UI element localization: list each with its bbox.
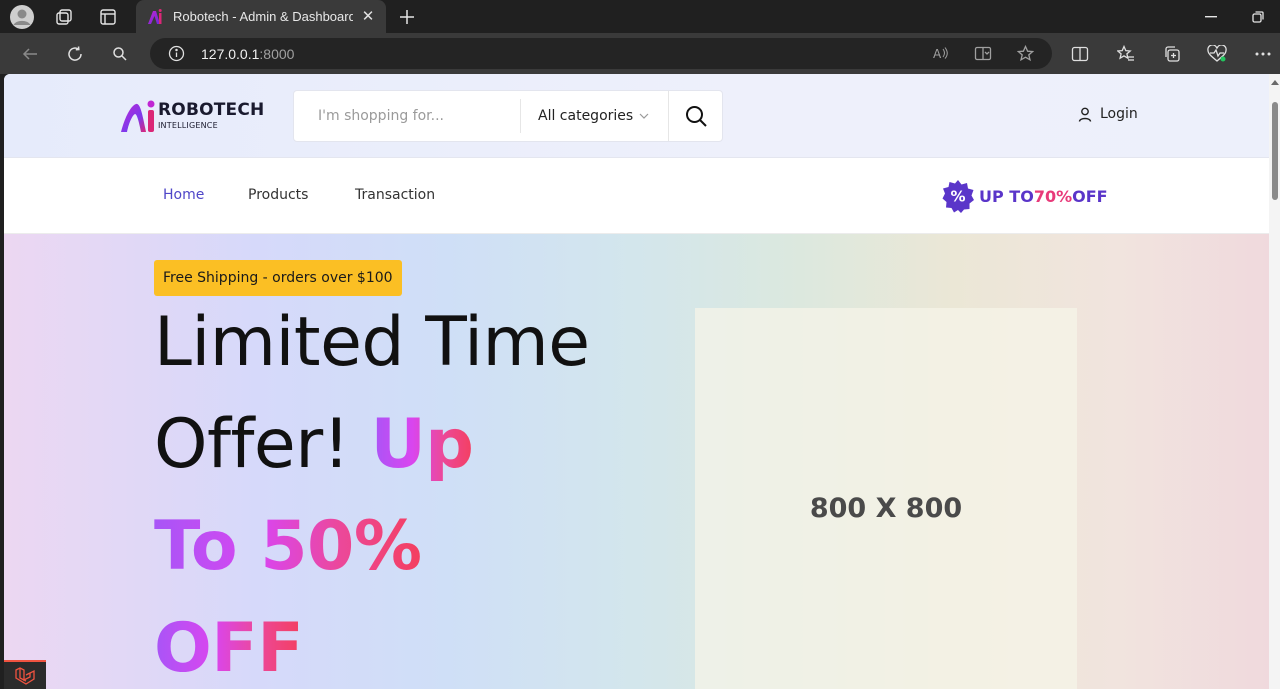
logo-wordmark: ROBOTECH — [158, 100, 265, 120]
logo-tagline: INTELLIGENCE — [158, 121, 218, 130]
search-icon[interactable] — [107, 41, 133, 67]
tab-title: Robotech - Admin & Dashboard — [173, 9, 353, 24]
scroll-up-arrow-icon[interactable] — [1271, 80, 1279, 85]
profile-avatar-icon[interactable] — [9, 4, 35, 30]
debugbar-toggle[interactable] — [4, 660, 46, 689]
hero-line-2: Offer! — [154, 405, 350, 484]
discount-promo[interactable]: % UP TO70%OFF — [941, 179, 1108, 213]
product-search: All categories — [293, 90, 723, 142]
site-info-icon[interactable] — [168, 45, 185, 62]
search-input[interactable] — [294, 91, 520, 141]
search-icon — [685, 106, 707, 127]
nav-item-transaction[interactable]: Transaction — [355, 187, 435, 203]
chevron-down-icon — [639, 113, 649, 119]
address-bar[interactable]: 127.0.0.1:8000 A — [150, 38, 1052, 69]
browser-essentials-icon[interactable] — [1204, 41, 1230, 67]
hero-image-placeholder: 800 X 800 — [695, 308, 1077, 689]
laravel-logo-icon — [15, 666, 35, 685]
promo-text: UP TO70%OFF — [979, 186, 1108, 206]
site-header: ROBOTECH INTELLIGENCE All categories Log… — [4, 74, 1269, 158]
placeholder-size-label: 800 X 800 — [809, 492, 963, 524]
favorites-icon[interactable] — [1113, 41, 1139, 67]
read-aloud-icon[interactable]: A — [932, 45, 950, 62]
address-url: 127.0.0.1:8000 — [201, 46, 295, 62]
hero-line-1: Limited Time — [154, 303, 590, 382]
browser-toolbar: 127.0.0.1:8000 A — [0, 33, 1280, 74]
back-icon[interactable] — [17, 41, 43, 67]
tab-close-icon[interactable]: ✕ — [360, 8, 376, 25]
active-tab[interactable]: Robotech - Admin & Dashboard ✕ — [136, 0, 386, 33]
main-navigation: Home Products Transaction % UP TO70%OFF — [4, 159, 1269, 234]
immersive-reader-icon[interactable] — [974, 45, 992, 62]
login-link[interactable]: Login — [1078, 106, 1138, 122]
search-button[interactable] — [668, 91, 722, 141]
hero-banner: Free Shipping - orders over $100 Limited… — [4, 234, 1269, 689]
robotech-logo-icon — [121, 100, 155, 132]
scrollbar-thumb[interactable] — [1272, 102, 1278, 200]
browser-tab-bar: Robotech - Admin & Dashboard ✕ — [0, 0, 1280, 33]
hero-headline: Limited Time Offer! Up To 50% OFF — [154, 292, 694, 689]
favorite-star-icon[interactable] — [1017, 45, 1034, 62]
page-scrollbar[interactable] — [1269, 74, 1280, 689]
free-shipping-badge: Free Shipping - orders over $100 — [154, 260, 402, 296]
web-page: ROBOTECH INTELLIGENCE All categories Log… — [4, 74, 1269, 689]
new-tab-icon[interactable] — [394, 4, 420, 30]
minimize-icon[interactable] — [1198, 4, 1224, 30]
hero-highlight-1: Up — [370, 405, 474, 484]
workspaces-icon[interactable] — [51, 4, 77, 30]
tab-actions-icon[interactable] — [95, 4, 121, 30]
nav-item-home[interactable]: Home — [163, 187, 204, 203]
user-icon — [1078, 107, 1092, 122]
site-favicon-icon — [148, 8, 162, 24]
restore-icon[interactable] — [1245, 4, 1271, 30]
nav-item-products[interactable]: Products — [248, 187, 308, 203]
reload-icon[interactable] — [62, 41, 88, 67]
discount-badge-symbol: % — [950, 188, 965, 206]
category-select[interactable]: All categories — [520, 99, 668, 133]
collections-icon[interactable] — [1159, 41, 1185, 67]
site-logo[interactable]: ROBOTECH INTELLIGENCE — [120, 98, 265, 134]
svg-text:A: A — [933, 47, 942, 61]
hero-highlight-3: OFF — [154, 609, 304, 688]
hero-highlight-2: To 50% — [154, 507, 422, 586]
category-select-label: All categories — [538, 108, 634, 124]
settings-more-icon[interactable] — [1250, 41, 1276, 67]
split-screen-icon[interactable] — [1067, 41, 1093, 67]
login-label: Login — [1100, 106, 1138, 122]
discount-badge-icon: % — [942, 180, 974, 213]
